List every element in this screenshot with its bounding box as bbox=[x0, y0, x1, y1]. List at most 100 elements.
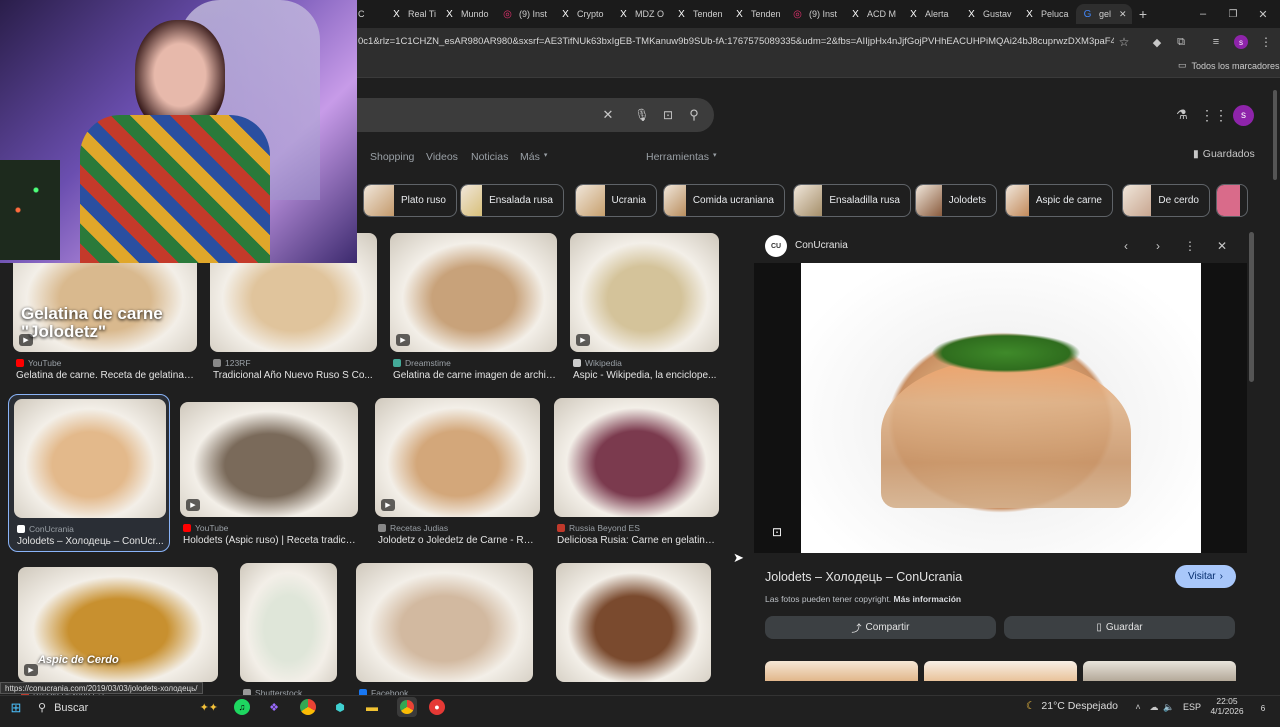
mic-icon[interactable]: 🎙 bbox=[634, 106, 650, 124]
panel-scrollbar[interactable] bbox=[1249, 232, 1254, 382]
browser-tab[interactable]: X MDZ O bbox=[612, 4, 666, 24]
more-options-icon[interactable]: ⋮ bbox=[1183, 238, 1197, 254]
tools-button[interactable]: Herramientas ▾ bbox=[646, 151, 717, 163]
close-window-button[interactable]: ✕ bbox=[1256, 6, 1270, 22]
result-source[interactable]: Wikipedia bbox=[573, 358, 622, 368]
more-info-link[interactable]: Más información bbox=[894, 594, 962, 604]
browser-tab[interactable]: ◎ (9) Inst bbox=[786, 4, 840, 24]
clock[interactable]: 22:05 4/1/2026 bbox=[1209, 696, 1245, 716]
next-icon[interactable]: › bbox=[1151, 238, 1165, 254]
browser-tab[interactable]: X Peluca bbox=[1018, 4, 1072, 24]
result-thumbnail[interactable]: ▶ bbox=[390, 233, 557, 352]
image-result[interactable]: ▶ Wikipedia Aspic - Wikipedia, la enciclop… bbox=[570, 233, 729, 393]
close-tab-icon[interactable]: ✕ bbox=[1119, 9, 1127, 20]
result-title[interactable]: Tradicional Año Nuevo Ruso S Co... bbox=[213, 370, 376, 381]
image-result[interactable]: Russia Beyond ES Deliciosa Rusia: Carne e… bbox=[554, 398, 729, 558]
volume-icon[interactable]: 🔈 bbox=[1163, 701, 1175, 713]
saved-button[interactable]: ▮ Guardados bbox=[1193, 148, 1255, 160]
share-button[interactable]: ⤴ Compartir bbox=[765, 616, 996, 639]
related-search-chip[interactable]: Comida ucraniana bbox=[663, 184, 785, 217]
result-source[interactable]: Russia Beyond ES bbox=[557, 523, 640, 533]
browser-tab[interactable]: X Tenden bbox=[728, 4, 782, 24]
image-result[interactable]: ▶ Dreamstime Gelatina de carne imagen de a… bbox=[390, 233, 567, 393]
result-source[interactable]: Recetas Judias bbox=[378, 523, 448, 533]
result-thumbnail[interactable]: ▶ bbox=[570, 233, 719, 352]
related-image[interactable] bbox=[765, 661, 918, 681]
result-source[interactable]: ConUcrania bbox=[17, 524, 74, 534]
result-source[interactable]: Dreamstime bbox=[393, 358, 451, 368]
browser-tab[interactable]: X Crypto bbox=[554, 4, 608, 24]
related-search-chip[interactable]: Aspic de carne bbox=[1005, 184, 1113, 217]
related-image[interactable] bbox=[1083, 661, 1236, 681]
menu-icon[interactable]: ⋮ bbox=[1259, 34, 1273, 50]
windows-start-icon[interactable]: ⊞ bbox=[8, 700, 24, 716]
close-panel-icon[interactable]: ✕ bbox=[1215, 238, 1229, 254]
related-search-chip[interactable] bbox=[1216, 184, 1248, 217]
browser-tab[interactable]: X ACD M bbox=[844, 4, 898, 24]
result-thumbnail[interactable] bbox=[356, 563, 533, 682]
result-title[interactable]: Gelatina de carne imagen de archiv... bbox=[393, 370, 556, 381]
extension-icon[interactable]: ◆ bbox=[1150, 34, 1164, 50]
visit-button[interactable]: Visitar › bbox=[1175, 565, 1236, 588]
browser-tab[interactable]: X Tenden bbox=[670, 4, 724, 24]
previous-icon[interactable]: ‹ bbox=[1119, 238, 1133, 254]
image-result[interactable]: ConUcrania Jolodets – Холодець – ConUcr..… bbox=[8, 394, 170, 552]
browser-tab[interactable]: X Alerta bbox=[902, 4, 956, 24]
result-title[interactable]: Aspic - Wikipedia, la enciclope... bbox=[573, 370, 718, 381]
preview-image[interactable] bbox=[801, 263, 1201, 553]
result-title[interactable]: Gelatina de carne. Receta de gelatina s.… bbox=[16, 370, 196, 381]
taskbar-search[interactable]: ⚲ Buscar ✦✦ bbox=[38, 701, 218, 715]
result-thumbnail[interactable] bbox=[554, 398, 719, 517]
result-title[interactable]: Jolodets – Холодець – ConUcr... bbox=[17, 536, 165, 547]
media-icon[interactable]: ≡ bbox=[1209, 34, 1223, 50]
result-source[interactable]: YouTube bbox=[16, 358, 61, 368]
related-search-chip[interactable]: Ucrania bbox=[575, 184, 657, 217]
related-search-chip[interactable]: De cerdo bbox=[1122, 184, 1210, 217]
browser-tab[interactable]: ◎ (9) Inst bbox=[496, 4, 550, 24]
result-thumbnail[interactable] bbox=[240, 563, 337, 682]
tray-chevron-icon[interactable]: ˄ bbox=[1133, 701, 1143, 713]
result-source[interactable]: YouTube bbox=[183, 523, 228, 533]
result-thumbnail[interactable]: ▶ bbox=[375, 398, 540, 517]
related-image[interactable] bbox=[924, 661, 1077, 681]
result-source[interactable]: 123RF bbox=[213, 358, 251, 368]
star-icon[interactable]: ☆ bbox=[1117, 34, 1131, 50]
profile-avatar[interactable]: s bbox=[1234, 35, 1248, 49]
image-result[interactable]: ▶ YouTube Holodets (Áspic ruso) | Receta t… bbox=[180, 402, 368, 562]
app-icon[interactable]: ⬢ bbox=[332, 699, 348, 715]
lens-search-icon[interactable]: ⊡ bbox=[768, 523, 786, 541]
puzzle-icon[interactable]: ⧉ bbox=[1174, 34, 1188, 50]
result-thumbnail[interactable]: ▶ bbox=[180, 402, 358, 517]
related-search-chip[interactable]: Ensalada rusa bbox=[460, 184, 564, 217]
result-thumbnail[interactable]: Aspic de Cerdo ▶ bbox=[18, 567, 218, 682]
minimize-button[interactable]: – bbox=[1196, 6, 1210, 22]
notifications-icon[interactable]: 6 bbox=[1256, 701, 1270, 715]
new-tab-button[interactable]: + bbox=[1136, 6, 1150, 22]
clear-icon[interactable]: ✕ bbox=[600, 106, 616, 124]
tab-news[interactable]: Noticias bbox=[471, 151, 508, 163]
result-thumbnail[interactable] bbox=[556, 563, 711, 682]
tab-shopping[interactable]: Shopping bbox=[370, 151, 414, 163]
related-search-chip[interactable]: Plato ruso bbox=[363, 184, 457, 217]
apps-icon[interactable]: ⋮⋮ bbox=[1200, 106, 1228, 124]
url-text[interactable]: 0c1&rlz=1C1CHZN_esAR980AR980&sxsrf=AE3Ti… bbox=[358, 36, 1114, 47]
image-result[interactable]: ▶ Recetas Judias Jolodetz o Joledetz de Ca… bbox=[375, 398, 550, 558]
obs-icon[interactable]: ● bbox=[429, 699, 445, 715]
tab-more[interactable]: Más ▾ bbox=[520, 151, 547, 163]
related-search-chip[interactable]: Jolodets bbox=[915, 184, 997, 217]
weather-widget[interactable]: ☾ 21°C Despejado bbox=[1026, 700, 1118, 712]
panel-title[interactable]: Jolodets – Холодець – ConUcrania bbox=[765, 570, 962, 584]
maximize-button[interactable]: ❐ bbox=[1226, 6, 1240, 22]
browser-tab[interactable]: X Real Ti bbox=[385, 4, 439, 24]
browser-tab[interactable]: X Mundo bbox=[438, 4, 492, 24]
language-indicator[interactable]: ESP bbox=[1183, 702, 1201, 712]
result-title[interactable]: Deliciosa Rusia: Carne en gelatina ... bbox=[557, 535, 718, 546]
copilot-icon[interactable]: ❖ bbox=[266, 699, 282, 715]
browser-tab[interactable]: C bbox=[358, 4, 380, 24]
search-icon[interactable]: ⚲ bbox=[686, 106, 702, 124]
account-avatar[interactable]: s bbox=[1233, 105, 1254, 126]
browser-tab[interactable]: Ggel ✕ bbox=[1076, 4, 1132, 24]
panel-site-name[interactable]: ConUcrania bbox=[795, 240, 848, 251]
result-title[interactable]: Jolodetz o Joledetz de Carne - Rec... bbox=[378, 535, 539, 546]
lens-icon[interactable]: ⊡ bbox=[660, 106, 676, 124]
